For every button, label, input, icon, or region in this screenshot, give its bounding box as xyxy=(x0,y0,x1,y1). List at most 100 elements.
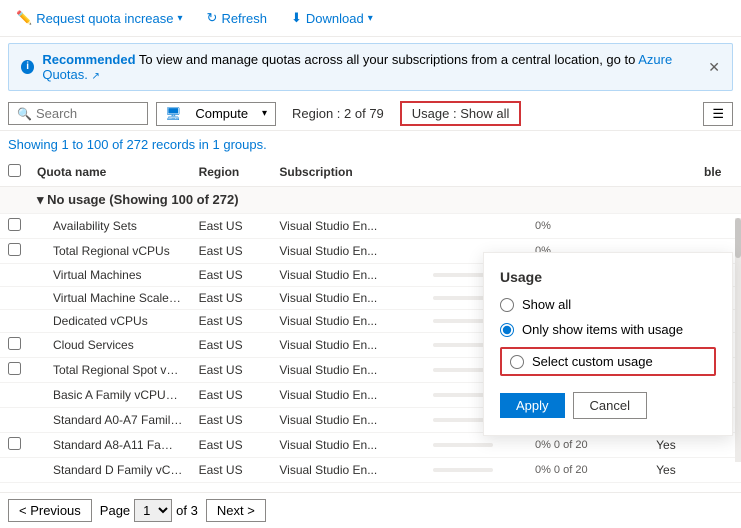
region-cell: East US xyxy=(191,333,272,358)
radio-custom-usage-input[interactable] xyxy=(510,355,524,369)
col-checkbox xyxy=(0,158,29,187)
region-badge: Region : 2 of 79 xyxy=(284,103,392,124)
quota-name-cell: Virtual Machines xyxy=(29,264,191,287)
region-cell: East US xyxy=(191,310,272,333)
columns-icon: ☰ xyxy=(712,106,724,121)
search-box[interactable]: 🔍 xyxy=(8,102,148,125)
row-checkbox[interactable] xyxy=(8,437,21,450)
cancel-button[interactable]: Cancel xyxy=(573,392,647,419)
col-usage xyxy=(527,158,648,187)
subscription-cell: Visual Studio En... xyxy=(271,458,424,483)
banner-text: Recommended To view and manage quotas ac… xyxy=(42,52,700,82)
banner-close-button[interactable]: ✕ xyxy=(708,59,720,76)
search-icon: 🔍 xyxy=(17,107,32,121)
apply-button[interactable]: Apply xyxy=(500,393,565,418)
download-icon: ⬇ xyxy=(291,10,302,26)
subscription-cell: Visual Studio En... xyxy=(271,333,424,358)
progress-cell xyxy=(425,458,527,483)
region-cell: East US xyxy=(191,383,272,408)
info-icon[interactable]: ⓘ xyxy=(184,415,191,427)
usage-filter-button[interactable]: Usage : Show all xyxy=(400,101,522,126)
pct-cell: 0% xyxy=(527,214,648,239)
region-cell: East US xyxy=(191,287,272,310)
recommendation-banner: i Recommended To view and manage quotas … xyxy=(8,43,733,91)
subscription-cell: Visual Studio En... xyxy=(271,358,424,383)
quota-name-cell: Basic A Family vCPUs ⓘ xyxy=(29,383,191,408)
col-no xyxy=(648,158,696,187)
region-cell: East US xyxy=(191,358,272,383)
download-button[interactable]: ⬇ Download ▾ xyxy=(287,8,377,28)
subscription-cell: Visual Studio En... xyxy=(271,433,424,458)
compute-icon: 🖥 xyxy=(165,106,182,122)
chevron-down-icon: ▾ xyxy=(368,13,373,24)
quota-name-cell: Standard A8-A11 Family ... xyxy=(29,433,191,458)
quota-name-cell: Virtual Machine Scale Sets xyxy=(29,287,191,310)
pct-cell: 0% 0 of 20 xyxy=(527,433,648,458)
table-row: Availability Sets East US Visual Studio … xyxy=(0,214,741,239)
group-label: No usage (Showing 100 of 272) xyxy=(47,192,238,207)
info-icon[interactable]: ⓘ xyxy=(175,390,186,402)
page-selector: Page 1 2 3 of 3 xyxy=(100,499,198,522)
col-progress xyxy=(425,158,527,187)
radio-with-usage[interactable]: Only show items with usage xyxy=(500,322,716,337)
radio-show-all[interactable]: Show all xyxy=(500,297,716,312)
subscription-cell: Visual Studio En... xyxy=(271,287,424,310)
quota-name-cell: Total Regional Spot vCPUs xyxy=(29,358,191,383)
row-checkbox[interactable] xyxy=(8,362,21,375)
refresh-button[interactable]: ↻ Refresh xyxy=(203,8,271,28)
usage-dropdown: Usage Show all Only show items with usag… xyxy=(483,252,733,436)
progress-cell xyxy=(425,433,527,458)
table-row: Standard A8-A11 Family ... East US Visua… xyxy=(0,433,741,458)
filter-bar: 🔍 🖥 Compute ▾ Region : 2 of 79 Usage : S… xyxy=(0,97,741,131)
dropdown-title: Usage xyxy=(500,269,716,285)
col-ble: ble xyxy=(696,158,741,187)
radio-custom-usage[interactable]: Select custom usage xyxy=(500,347,716,376)
info-icon[interactable]: ⓘ xyxy=(184,465,191,477)
next-button[interactable]: Next > xyxy=(206,499,266,522)
expand-icon[interactable]: ▾ xyxy=(37,192,47,207)
col-region: Region xyxy=(191,158,272,187)
table-wrapper: Quota name Region Subscription ble ▾ No … xyxy=(0,158,741,492)
quota-name-cell: Standard A0-A7 Famil... ⓘ xyxy=(29,408,191,433)
scroll-thumb[interactable] xyxy=(735,218,741,258)
region-cell: East US xyxy=(191,264,272,287)
external-link-icon: ↗ xyxy=(91,71,99,82)
filter-right: ☰ xyxy=(703,102,733,126)
group-row: ▾ No usage (Showing 100 of 272) xyxy=(0,187,741,214)
columns-button[interactable]: ☰ xyxy=(703,102,733,126)
subscription-cell: Visual Studio En... xyxy=(271,214,424,239)
no-cell: Yes xyxy=(648,433,696,458)
row-checkbox[interactable] xyxy=(8,243,21,256)
chevron-down-icon: ▾ xyxy=(262,108,267,119)
page-number-select[interactable]: 1 2 3 xyxy=(134,499,172,522)
region-cell: East US xyxy=(191,239,272,264)
table-row: Standard D Family vC... ⓘ East US Visual… xyxy=(0,458,741,483)
chevron-down-icon: ▾ xyxy=(178,13,183,24)
region-cell: East US xyxy=(191,458,272,483)
region-cell: East US xyxy=(191,433,272,458)
row-checkbox[interactable] xyxy=(8,218,21,231)
col-quota-name: Quota name xyxy=(29,158,191,187)
request-quota-button[interactable]: ✏️ Request quota increase ▾ xyxy=(12,8,187,28)
records-info: Showing 1 to 100 of 272 records in 1 gro… xyxy=(0,131,741,158)
subscription-cell: Visual Studio En... xyxy=(271,310,424,333)
quota-name-cell: Availability Sets xyxy=(29,214,191,239)
previous-button[interactable]: < Previous xyxy=(8,499,92,522)
col-subscription: Subscription xyxy=(271,158,424,187)
quota-name-cell: Cloud Services xyxy=(29,333,191,358)
region-cell: East US xyxy=(191,214,272,239)
footer: < Previous Page 1 2 3 of 3 Next > xyxy=(0,492,741,528)
progress-bar xyxy=(433,443,493,447)
radio-show-all-input[interactable] xyxy=(500,298,514,312)
select-all-checkbox[interactable] xyxy=(8,164,21,177)
subscription-cell: Visual Studio En... xyxy=(271,239,424,264)
scrollbar[interactable] xyxy=(735,218,741,462)
progress-cell xyxy=(425,214,527,239)
quota-name-cell: Total Regional vCPUs xyxy=(29,239,191,264)
radio-with-usage-input[interactable] xyxy=(500,323,514,337)
quota-name-cell: Standard D Family vC... ⓘ xyxy=(29,458,191,483)
dropdown-actions: Apply Cancel xyxy=(500,392,716,419)
row-checkbox[interactable] xyxy=(8,337,21,350)
search-input[interactable] xyxy=(36,106,139,121)
compute-filter-button[interactable]: 🖥 Compute ▾ xyxy=(156,102,276,126)
